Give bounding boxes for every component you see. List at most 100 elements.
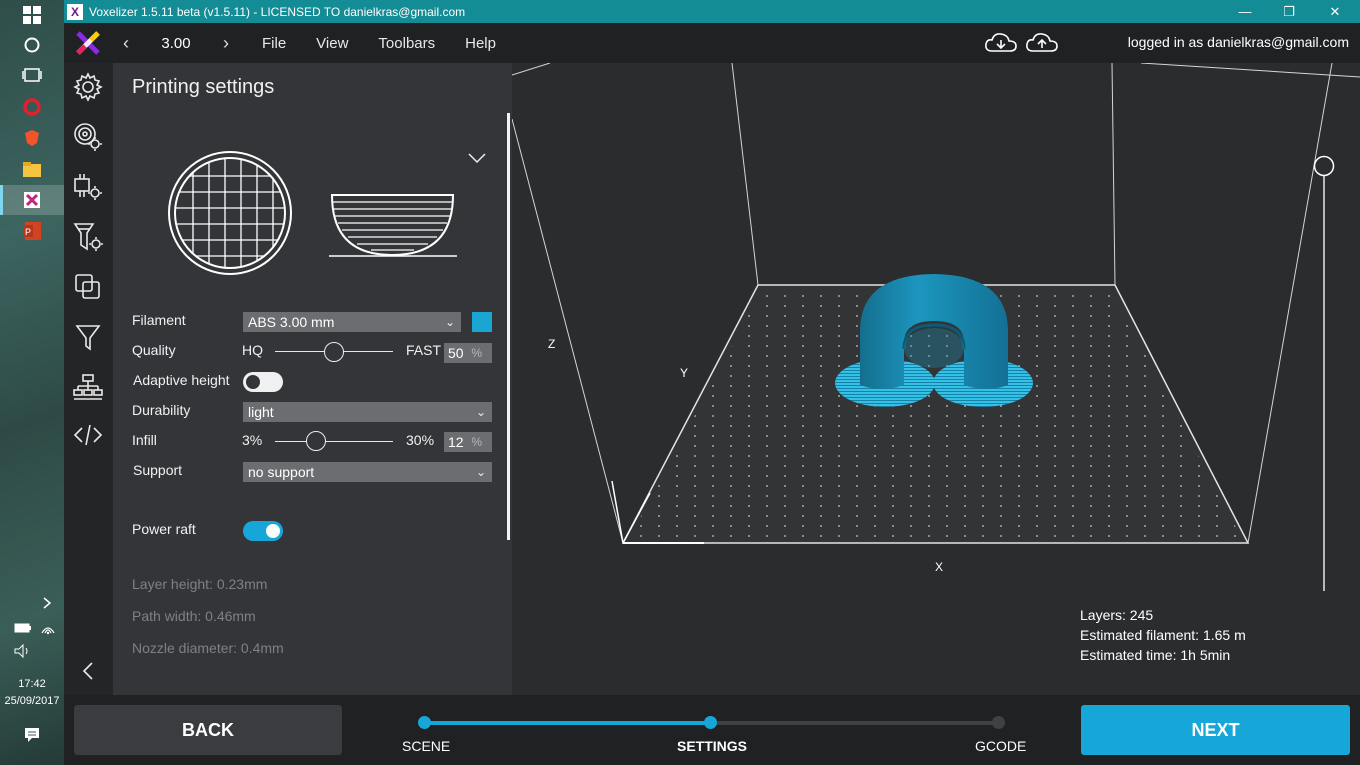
power-raft-label: Power raft: [132, 521, 196, 537]
support-dropdown[interactable]: no support ⌄: [243, 462, 492, 482]
bottom-navigation-bar: BACK SCENE SETTINGS GCODE NEXT: [64, 695, 1360, 765]
cortana-icon[interactable]: [0, 30, 64, 60]
step-scene-label[interactable]: SCENE: [402, 738, 450, 754]
cloud-upload-icon[interactable]: [1025, 31, 1059, 55]
material-settings-icon[interactable]: [70, 119, 106, 155]
quality-min-label: HQ: [242, 342, 263, 358]
layer-height-info: Layer height: 0.23mm: [132, 576, 268, 592]
durability-value: light: [248, 404, 274, 420]
menu-file[interactable]: File: [262, 35, 286, 52]
funnel-icon[interactable]: [70, 319, 106, 355]
powerpoint-icon[interactable]: P: [0, 216, 64, 246]
battery-icon[interactable]: [14, 621, 32, 635]
infill-max-label: 30%: [406, 432, 435, 448]
filament-color-swatch[interactable]: [472, 312, 492, 332]
progress-remaining-line: [711, 721, 998, 725]
printing-settings-panel: Printing settings Filament ABS 3.00 mm ⌄…: [113, 63, 512, 695]
chevron-down-icon: ⌄: [475, 405, 486, 419]
file-explorer-icon[interactable]: [0, 154, 64, 184]
top-view-grid-preview: [168, 151, 292, 275]
step-settings-dot[interactable]: [704, 716, 717, 729]
menu-toolbars[interactable]: Toolbars: [378, 35, 435, 52]
progress-completed-line: [424, 721, 711, 725]
chevron-down-icon: ⌄: [444, 315, 455, 329]
step-gcode-label[interactable]: GCODE: [975, 738, 1026, 754]
hierarchy-icon[interactable]: [70, 369, 106, 405]
infill-slider-knob[interactable]: [306, 431, 326, 451]
version-value-field[interactable]: 3.00: [140, 35, 212, 52]
filament-dropdown[interactable]: ABS 3.00 mm ⌄: [243, 312, 461, 332]
build-volume-scene[interactable]: [512, 63, 1360, 695]
infill-percent-unit: %: [471, 435, 482, 449]
brave-icon[interactable]: [0, 123, 64, 153]
back-button[interactable]: BACK: [74, 705, 342, 755]
quality-percent-input[interactable]: 50 %: [444, 343, 492, 363]
version-next-button[interactable]: ›: [212, 23, 240, 63]
estimated-time: Estimated time: 1h 5min: [1080, 647, 1231, 663]
menu-bar: ‹ 3.00 › File View Toolbars Help logged …: [64, 23, 1360, 63]
windows-start-icon[interactable]: [0, 0, 64, 30]
action-center-icon[interactable]: [22, 726, 42, 744]
maximize-button[interactable]: ❐: [1266, 0, 1312, 23]
filament-label: Filament: [132, 312, 186, 328]
settings-category-bar: [64, 63, 113, 695]
wifi-icon[interactable]: [40, 621, 56, 635]
side-view-layers-preview: [329, 194, 457, 257]
layers-count: Layers: 245: [1080, 607, 1154, 623]
show-more-chevron-icon[interactable]: [40, 596, 54, 610]
windows-taskbar: P 17:42 25/09/2017: [0, 0, 64, 765]
3d-viewport[interactable]: Z Y X Layers: 245 Estimated filament: 1.…: [512, 63, 1360, 695]
estimated-filament: Estimated filament: 1.65 m: [1080, 627, 1246, 643]
extruder-settings-icon[interactable]: [70, 169, 106, 205]
preview-expand-chevron-icon[interactable]: [467, 151, 487, 165]
volume-icon[interactable]: [14, 644, 32, 658]
svg-text:P: P: [25, 227, 31, 237]
quality-label: Quality: [132, 342, 176, 358]
task-view-icon[interactable]: [0, 60, 64, 90]
menu-view[interactable]: View: [316, 35, 348, 52]
nozzle-settings-icon[interactable]: [70, 219, 106, 255]
close-button[interactable]: ✕: [1312, 0, 1358, 23]
overlap-squares-icon[interactable]: [70, 269, 106, 305]
step-scene-dot[interactable]: [418, 716, 431, 729]
cloud-download-icon[interactable]: [984, 31, 1018, 55]
window-title: Voxelizer 1.5.11 beta (v1.5.11) - LICENS…: [89, 4, 466, 19]
infill-min-label: 3%: [242, 432, 263, 448]
collapse-panel-chevron-icon[interactable]: [70, 653, 106, 689]
durability-label: Durability: [132, 402, 191, 418]
logged-in-user[interactable]: logged in as danielkras@gmail.com: [1128, 34, 1349, 50]
version-prev-button[interactable]: ‹: [112, 23, 140, 63]
next-button[interactable]: NEXT: [1081, 705, 1350, 755]
opera-icon[interactable]: [0, 92, 64, 122]
quality-slider-knob[interactable]: [324, 342, 344, 362]
step-gcode-dot[interactable]: [992, 716, 1005, 729]
adaptive-height-label: Adaptive height: [133, 372, 230, 388]
axis-z-label: Z: [548, 337, 556, 351]
infill-label: Infill: [132, 432, 157, 448]
infill-percent-value: 12: [448, 434, 464, 450]
quality-max-label: FAST: [406, 342, 442, 358]
support-value: no support: [248, 464, 315, 480]
minimize-button[interactable]: —: [1222, 0, 1268, 23]
chevron-down-icon: ⌄: [475, 465, 486, 479]
code-icon[interactable]: [70, 417, 106, 453]
support-label: Support: [133, 462, 183, 478]
voxelizer-taskbar-icon[interactable]: [0, 185, 64, 215]
gear-icon[interactable]: [70, 69, 106, 105]
print-stats: Layers: 245 Estimated filament: 1.65 m E…: [1080, 605, 1246, 665]
voxelizer-logo: [64, 23, 112, 63]
toggle-knob: [266, 524, 280, 538]
clock-date[interactable]: 25/09/2017: [0, 693, 64, 709]
window-titlebar: X Voxelizer 1.5.11 beta (v1.5.11) - LICE…: [64, 0, 1360, 23]
filament-value: ABS 3.00 mm: [248, 314, 335, 330]
infill-percent-input[interactable]: 12 %: [444, 432, 492, 452]
durability-dropdown[interactable]: light ⌄: [243, 402, 492, 422]
menu-help[interactable]: Help: [465, 35, 496, 52]
clock-time[interactable]: 17:42: [0, 676, 64, 692]
step-settings-label[interactable]: SETTINGS: [677, 738, 747, 754]
panel-scrollbar[interactable]: [507, 113, 510, 540]
power-raft-toggle[interactable]: [243, 521, 283, 541]
infill-slider-track[interactable]: [275, 441, 393, 442]
quality-percent-unit: %: [471, 346, 482, 360]
adaptive-height-toggle[interactable]: [243, 372, 283, 392]
